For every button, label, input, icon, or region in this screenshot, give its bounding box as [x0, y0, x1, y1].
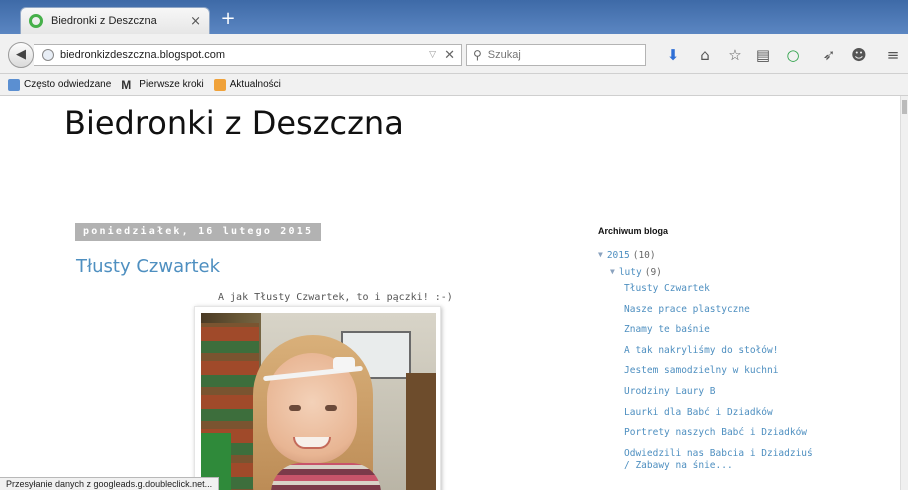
back-arrow-icon: ◀ [16, 47, 26, 62]
archive-month-link[interactable]: luty [619, 267, 642, 278]
archive-post-link[interactable]: Urodziny Laury B [598, 386, 838, 407]
back-button[interactable]: ◀ [8, 42, 34, 68]
archive-post-link[interactable]: Nasze prace plastyczne [598, 304, 838, 325]
rss-icon [213, 78, 226, 91]
stop-loading-icon[interactable]: ✕ [444, 48, 455, 63]
archive-post-title[interactable]: Nasze prace plastyczne [624, 304, 750, 315]
archive-post-link[interactable]: Tłusty Czwartek [598, 283, 838, 304]
bookmark-label: Aktualności [229, 79, 281, 90]
blog-title[interactable]: Biedronki z Deszczna [64, 104, 404, 142]
blog-archive: ▼ 2015 (10) ▼ luty (9) Tłusty Czwartek N… [598, 250, 838, 482]
search-icon: ⚲ [473, 48, 482, 62]
bookmarks-toolbar: Często odwiedzane M Pierwsze kroki Aktua… [0, 74, 908, 96]
globe-icon [42, 49, 54, 61]
post-photo[interactable] [201, 313, 436, 490]
close-tab-icon[interactable]: × [190, 14, 201, 29]
bookmark-label: Często odwiedzane [24, 79, 112, 90]
archive-year-count: (10) [632, 250, 656, 261]
archive-post-title[interactable]: Odwiedzili nas Babcia i Dziadziuś / Zaba… [624, 448, 824, 472]
blogger-favicon-icon [29, 14, 43, 28]
active-tab[interactable]: Biedronki z Deszczna × [20, 7, 210, 34]
archive-post-title[interactable]: A tak nakryliśmy do stołów! [624, 345, 778, 356]
expand-triangle-icon[interactable]: ▼ [610, 267, 615, 276]
archive-post-link[interactable]: Znamy te baśnie [598, 324, 838, 345]
bookmark-news[interactable]: Aktualności [213, 78, 281, 91]
url-text[interactable]: biedronkizdeszczna.blogspot.com [60, 49, 429, 61]
archive-month-count: (9) [644, 267, 662, 278]
archive-post-title[interactable]: Urodziny Laury B [624, 386, 716, 397]
chat-icon[interactable]: ☻ [848, 44, 870, 66]
bookmark-star-icon[interactable]: ☆ [724, 44, 746, 66]
green-circle-icon[interactable]: ○ [782, 44, 804, 66]
download-icon[interactable]: ⬇ [662, 44, 684, 66]
post-body-text: A jak Tłusty Czwartek, to i pączki! :-) [218, 292, 453, 303]
url-history-dropdown-icon[interactable]: ▽ [429, 50, 436, 60]
scrollbar-thumb[interactable] [902, 100, 907, 114]
archive-post-link[interactable]: Portrety naszych Babć i Dziadków [598, 427, 838, 448]
archive-post-link[interactable]: A tak nakryliśmy do stołów! [598, 345, 838, 366]
hair-bow [333, 357, 355, 371]
archive-post-title[interactable]: Tłusty Czwartek [624, 283, 710, 294]
bookmark-label: Pierwsze kroki [139, 79, 204, 90]
archive-post-link[interactable]: Laurki dla Babć i Dziadków [598, 407, 838, 428]
reading-list-icon[interactable]: ▤ [752, 44, 774, 66]
tab-strip: Biedronki z Deszczna × + [0, 0, 908, 34]
archive-post-title[interactable]: Znamy te baśnie [624, 324, 710, 335]
navigation-toolbar: ◀ biedronkizdeszczna.blogspot.com ▽ ✕ ⚲ … [0, 34, 908, 74]
post-title[interactable]: Tłusty Czwartek [76, 256, 220, 277]
archive-heading: Archiwum bloga [598, 226, 669, 236]
home-icon[interactable]: ⌂ [694, 44, 716, 66]
mozilla-m-icon: M [121, 77, 132, 92]
new-tab-button[interactable]: + [218, 9, 238, 29]
page-viewport: Biedronki z Deszczna poniedziałek, 16 lu… [0, 96, 900, 490]
archive-post-title[interactable]: Laurki dla Babć i Dziadków [624, 407, 773, 418]
status-bar: Przesyłanie danych z googleads.g.doublec… [0, 477, 220, 490]
tab-title: Biedronki z Deszczna [51, 15, 157, 27]
archive-month: ▼ luty (9) [598, 267, 838, 283]
menu-icon[interactable]: ≡ [882, 44, 904, 66]
bookmark-first-steps[interactable]: M Pierwsze kroki [121, 79, 203, 91]
archive-post-link[interactable]: Jestem samodzielny w kuchni [598, 365, 838, 386]
send-icon[interactable]: ➶ [818, 44, 840, 66]
address-bar[interactable]: biedronkizdeszczna.blogspot.com ▽ ✕ [34, 44, 462, 66]
post-date-header: poniedziałek, 16 lutego 2015 [75, 223, 322, 241]
archive-post-link[interactable]: Odwiedzili nas Babcia i Dziadziuś / Zaba… [598, 448, 838, 482]
post-photo-frame [194, 306, 441, 490]
archive-year-link[interactable]: 2015 [607, 250, 630, 261]
bookmark-frequent[interactable]: Często odwiedzane [8, 78, 112, 91]
expand-triangle-icon[interactable]: ▼ [598, 250, 603, 259]
archive-post-title[interactable]: Portrety naszych Babć i Dziadków [624, 427, 807, 438]
search-box[interactable]: ⚲ [466, 44, 646, 66]
page-scrollbar[interactable] [900, 96, 908, 490]
frequent-sites-icon [8, 78, 20, 91]
archive-post-title[interactable]: Jestem samodzielny w kuchni [624, 365, 778, 376]
archive-year: ▼ 2015 (10) [598, 250, 838, 267]
search-input[interactable] [487, 49, 638, 61]
striped-shirt [271, 463, 381, 490]
